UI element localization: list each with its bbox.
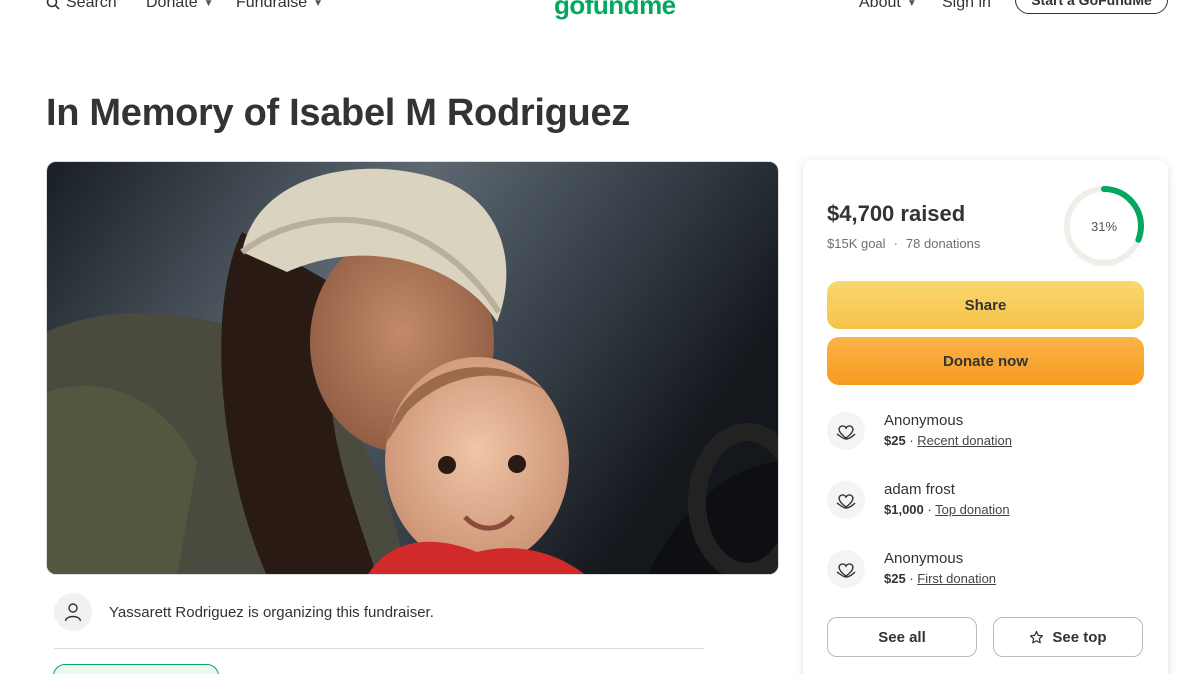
donate-menu-label: Donate (146, 0, 198, 11)
goal-meta: $15K goal · 78 donations (827, 236, 980, 251)
search-label: Search (66, 0, 117, 11)
donate-now-button[interactable]: Donate now (827, 337, 1144, 385)
top-nav: Search Donate ▼ Fundraise ▼ gofundme Abo… (0, 0, 1200, 20)
donation-heart-icon (827, 550, 865, 588)
chevron-down-icon: ▼ (313, 0, 324, 9)
list-item: Anonymous $25 · Recent donation (827, 411, 1012, 450)
search-nav[interactable]: Search (46, 0, 117, 12)
donation-tag-link[interactable]: Recent donation (917, 433, 1012, 448)
start-gofundme-button[interactable]: Start a GoFundMe (1015, 0, 1168, 14)
divider (54, 648, 704, 649)
donation-tag-link[interactable]: Top donation (935, 502, 1009, 517)
avatar (54, 593, 92, 631)
chevron-down-icon: ▼ (203, 0, 214, 9)
see-top-button[interactable]: See top (993, 617, 1143, 657)
see-top-label: See top (1052, 628, 1107, 646)
chevron-down-icon: ▼ (906, 0, 917, 9)
organizer-row: Yassarett Rodriguez is organizing this f… (54, 593, 434, 631)
donation-amount: $1,000 (884, 502, 924, 517)
list-item: adam frost $1,000 · Top donation (827, 480, 1010, 519)
donation-tag-link[interactable]: First donation (917, 571, 996, 586)
amount-raised: $4,700 raised (827, 201, 966, 226)
donation-amount: $25 (884, 571, 906, 586)
donation-count: 78 donations (905, 236, 981, 251)
page-title: In Memory of Isabel M Rodriguez (46, 92, 630, 134)
donor-name: Anonymous (884, 550, 964, 567)
donation-detail: $1,000 · Top donation (884, 502, 1010, 517)
gofundme-logo[interactable]: gofundme (554, 0, 676, 21)
fundraiser-photo (46, 161, 779, 575)
donor-name: adam frost (884, 481, 955, 498)
donation-detail: $25 · Recent donation (884, 433, 1012, 448)
donation-heart-icon (827, 412, 865, 450)
donation-amount: $25 (884, 433, 906, 448)
star-icon (1030, 630, 1044, 643)
meta-separator: · (893, 236, 898, 251)
person-icon (64, 603, 82, 622)
search-icon (46, 0, 60, 10)
about-menu[interactable]: About ▼ (859, 0, 917, 12)
see-all-label: See all (878, 628, 926, 646)
signin-label: Sign in (942, 0, 991, 11)
donor-name: Anonymous (884, 412, 964, 429)
status-badge (53, 664, 219, 674)
signin-link[interactable]: Sign in (942, 0, 991, 12)
list-item: Anonymous $25 · First donation (827, 549, 996, 588)
donate-menu[interactable]: Donate ▼ (146, 0, 214, 12)
donation-heart-icon (827, 481, 865, 519)
detail-separator: · (905, 571, 918, 586)
detail-separator: · (923, 502, 936, 517)
about-menu-label: About (859, 0, 901, 11)
see-all-button[interactable]: See all (827, 617, 977, 657)
progress-percent: 31% (1090, 218, 1118, 234)
donation-detail: $25 · First donation (884, 571, 996, 586)
donation-card: $4,700 raised $15K goal · 78 donations 3… (803, 160, 1168, 674)
goal-amount: $15K goal (827, 236, 886, 251)
fundraise-menu[interactable]: Fundraise ▼ (236, 0, 323, 12)
organizer-text: Yassarett Rodriguez is organizing this f… (109, 603, 434, 621)
share-button[interactable]: Share (827, 281, 1144, 329)
detail-separator: · (905, 433, 918, 448)
fundraise-menu-label: Fundraise (236, 0, 308, 11)
